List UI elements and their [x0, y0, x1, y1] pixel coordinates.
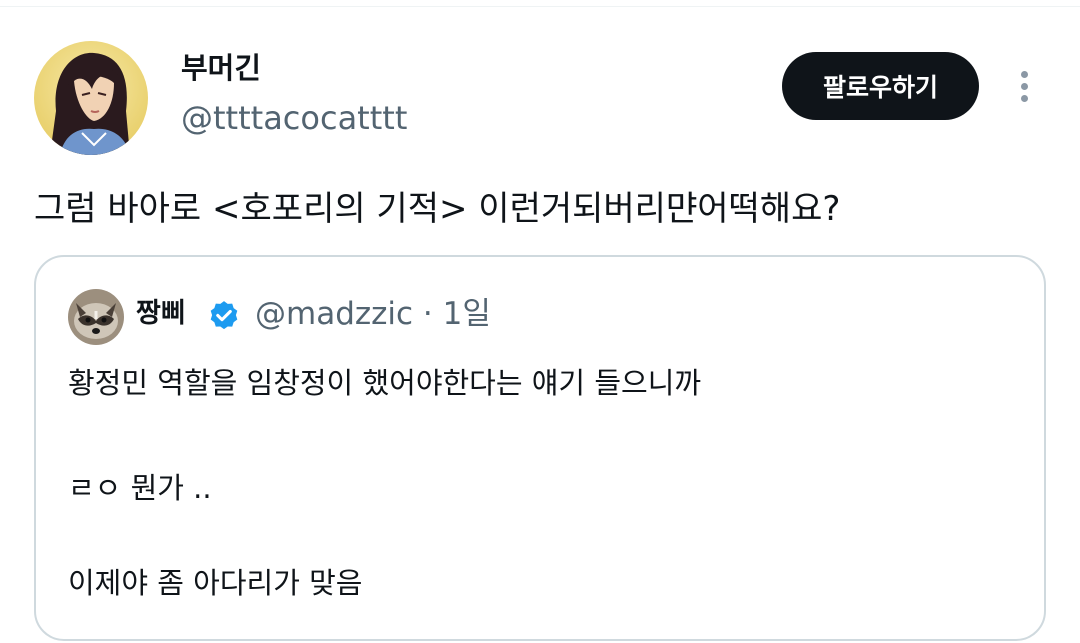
divider [0, 6, 1080, 7]
author-handle[interactable]: @ttttacocatttt [181, 98, 407, 138]
author-display-name[interactable]: 부머긴 [181, 50, 261, 86]
quote-text-line: ㄹㅇ 뭔가 .. [68, 471, 212, 505]
dot [1020, 82, 1028, 90]
follow-button[interactable]: 팔로우하기 [782, 52, 979, 120]
dot [1020, 94, 1028, 102]
tweet-view: 부머긴 @ttttacocatttt 팔로우하기 그럼 바아로 <호포리의 기적… [0, 0, 1080, 643]
quote-text-line: 이제야 좀 아다리가 맞음 [68, 566, 363, 600]
dot [1020, 70, 1028, 78]
quote-author-handle-time[interactable]: @madzzic · 1일 [255, 294, 491, 334]
verified-badge-icon [210, 301, 238, 330]
tweet-text: 그럼 바아로 <호포리의 기적> 이런거되버리먄어떡해요? [34, 189, 841, 229]
quote-text-line: 황정민 역할을 임창정이 했어야한다는 얘기 들으니까 [68, 366, 702, 400]
author-avatar[interactable] [34, 41, 148, 155]
more-options-icon[interactable] [1008, 66, 1040, 106]
quote-author-display-name[interactable]: 짱삐 [136, 296, 186, 332]
quote-author-avatar[interactable] [68, 289, 124, 345]
